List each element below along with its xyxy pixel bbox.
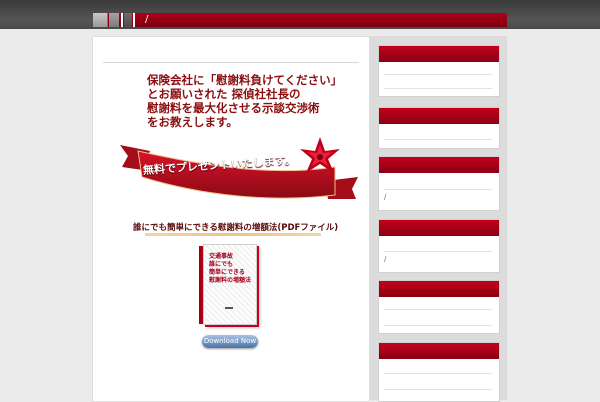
sidebar-widget <box>378 342 500 402</box>
widget-mark: / <box>384 193 387 201</box>
widget-line <box>384 389 492 390</box>
publisher-logo-icon <box>225 307 233 315</box>
sidebar-widget <box>378 107 500 149</box>
headline-line: 保険会社に「慰謝料負けてください」 <box>147 73 343 87</box>
book-line: 簡単にできる <box>209 269 245 276</box>
widget-line <box>384 373 492 374</box>
breadcrumb: / <box>145 14 149 25</box>
widget-line <box>384 325 492 326</box>
headline-line: 慰謝料を最大化させる示談交渉術 <box>147 101 320 115</box>
book-line: 交通事故 <box>209 253 234 260</box>
widget-mark: / <box>384 255 387 263</box>
sidebar-widget <box>378 45 500 97</box>
content-divider <box>103 62 359 63</box>
pdf-title-underline <box>145 233 321 236</box>
widget-header <box>379 220 499 236</box>
widget-header <box>379 46 499 62</box>
nav-divider <box>121 13 123 27</box>
pdf-title: 誰にでも簡単にできる慰謝料の増額法(PDFファイル) <box>133 223 339 233</box>
widget-line <box>384 88 492 89</box>
widget-header <box>379 108 499 124</box>
sidebar-widget: / <box>378 156 500 211</box>
widget-line <box>384 139 492 140</box>
download-button[interactable]: Download Now <box>202 335 258 348</box>
widget-header <box>379 281 499 297</box>
nav-divider <box>107 13 108 27</box>
nav-tab-2[interactable] <box>109 13 119 27</box>
nav-divider <box>133 13 135 27</box>
widget-line <box>384 189 492 190</box>
widget-line <box>384 251 492 252</box>
book-line: 誰にでも <box>209 261 234 268</box>
sidebar: / / <box>370 36 507 402</box>
top-navigation-bar: / <box>93 13 507 27</box>
book-line: 慰謝料の増額法 <box>209 277 252 284</box>
headline-line: をお教えします。 <box>147 115 238 129</box>
page-headline: 保険会社に「慰謝料負けてください」 とお願いされた 探偵社社長の 慰謝料を最大化… <box>147 73 347 129</box>
nav-tab-1[interactable] <box>93 13 107 27</box>
widget-header <box>379 343 499 359</box>
widget-header <box>379 157 499 173</box>
widget-line <box>384 74 492 75</box>
main-content-panel: 保険会社に「慰謝料負けてください」 とお願いされた 探偵社社長の 慰謝料を最大化… <box>92 36 370 402</box>
sidebar-widget: / <box>378 219 500 273</box>
widget-line <box>384 309 492 310</box>
sidebar-widget <box>378 280 500 334</box>
ebook-cover-text: 交通事故 誰にでも 簡単にできる 慰謝料の増額法 <box>209 253 259 285</box>
headline-line: とお願いされた 探偵社社長の <box>147 87 301 101</box>
nav-tab-3[interactable] <box>124 13 132 27</box>
